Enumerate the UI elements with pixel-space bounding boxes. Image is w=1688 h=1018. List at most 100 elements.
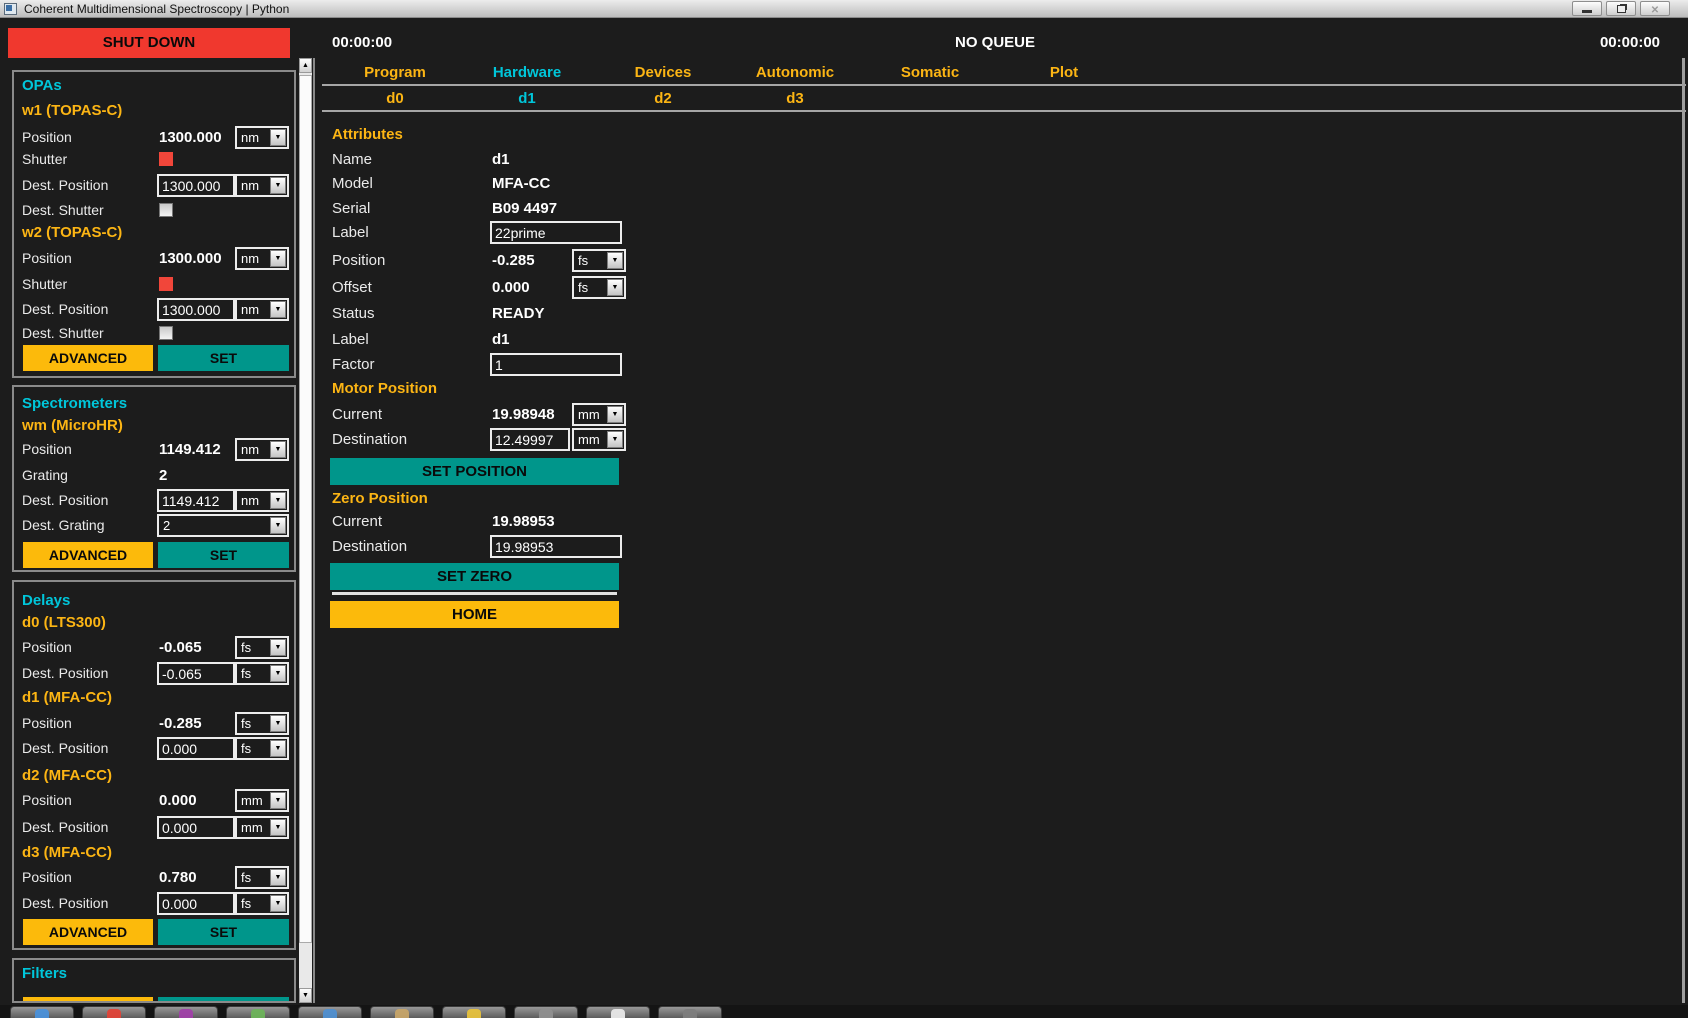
unit-select[interactable]: mm▼ [235, 816, 289, 839]
unit-select[interactable]: fs▼ [235, 866, 289, 889]
home-button[interactable]: HOME [330, 601, 619, 628]
name-value: d1 [492, 148, 510, 172]
destination-input[interactable] [490, 428, 570, 451]
destination-label: Destination [332, 428, 407, 452]
restore-icon [1617, 5, 1626, 13]
offset-value: 0.000 [492, 276, 530, 300]
attributes-header: Attributes [332, 123, 403, 147]
browser-icon [107, 1009, 121, 1018]
subtab-d3[interactable]: d3 [729, 88, 861, 110]
taskbar-button-app9[interactable] [586, 1006, 650, 1018]
destination-label: Destination [332, 535, 407, 559]
taskbar-button-start[interactable] [10, 1006, 74, 1018]
label-input[interactable] [490, 221, 622, 244]
tab-somatic[interactable]: Somatic [864, 62, 996, 84]
position-value: -0.285 [159, 712, 202, 735]
subtab-d1[interactable]: d1 [461, 88, 593, 110]
label-label: Label [332, 221, 369, 245]
filters-title: Filters [22, 962, 67, 985]
application-window: Coherent Multidimensional Spectroscopy |… [0, 0, 1688, 1018]
position-label: Position [22, 789, 72, 812]
scroll-up-button[interactable]: ▲ [299, 58, 312, 73]
app-icon [539, 1009, 553, 1018]
current-label: Current [332, 403, 382, 427]
set-button[interactable] [158, 997, 289, 1003]
chevron-down-icon: ▼ [270, 819, 286, 836]
chevron-down-icon: ▼ [607, 406, 623, 423]
unit-select[interactable]: fs▼ [235, 712, 289, 735]
subtab-d0[interactable]: d0 [329, 88, 461, 110]
chevron-down-icon: ▼ [270, 869, 286, 886]
unit-select[interactable]: fs▼ [572, 276, 626, 299]
chevron-down-icon: ▼ [270, 740, 286, 757]
subtab-d2[interactable]: d2 [597, 88, 729, 110]
app-icon [611, 1009, 625, 1018]
tab-hardware[interactable]: Hardware [461, 62, 593, 84]
dest-position-input[interactable] [157, 816, 235, 839]
app-icon [4, 3, 17, 15]
taskbar-button-browser[interactable] [82, 1006, 146, 1018]
close-icon: ✕ [1651, 5, 1659, 16]
restore-button[interactable] [1606, 1, 1636, 16]
grating-value: 2 [159, 464, 167, 487]
unit-select[interactable]: mm▼ [235, 789, 289, 812]
d1-header: d1 (MFA-CC) [22, 686, 112, 709]
unit-select[interactable]: fs▼ [235, 737, 289, 760]
unit-select[interactable]: mm▼ [572, 428, 626, 451]
dest-position-label: Dest. Position [22, 816, 108, 839]
dest-position-input[interactable] [157, 662, 235, 685]
unit-select[interactable]: fs▼ [572, 249, 626, 272]
filters-panel: Filters [12, 958, 296, 1003]
position-label: Position [22, 866, 72, 889]
chevron-down-icon: ▼ [607, 431, 623, 448]
arrow-up-icon: ▲ [302, 62, 309, 69]
minimize-button[interactable] [1572, 1, 1602, 16]
app-icon [179, 1009, 193, 1018]
remaining-timer: 00:00:00 [1520, 28, 1660, 58]
close-button[interactable]: ✕ [1640, 1, 1670, 16]
tab-divider [322, 84, 1686, 86]
scroll-down-button[interactable]: ▼ [299, 988, 312, 1003]
unit-select[interactable]: fs▼ [235, 892, 289, 915]
name-label: Name [332, 148, 372, 172]
advanced-button[interactable]: ADVANCED [23, 919, 153, 945]
tab-plot[interactable]: Plot [998, 62, 1130, 84]
taskbar-button-app10[interactable] [658, 1006, 722, 1018]
taskbar-button-app4[interactable] [226, 1006, 290, 1018]
app-icon [683, 1009, 697, 1018]
chevron-down-icon: ▼ [270, 895, 286, 912]
taskbar-button-app6[interactable] [370, 1006, 434, 1018]
taskbar-button-app5[interactable] [298, 1006, 362, 1018]
current-value: 19.98953 [492, 510, 555, 534]
motor-position-header: Motor Position [332, 377, 437, 401]
destination-input[interactable] [490, 535, 622, 558]
unit-select[interactable]: fs▼ [235, 662, 289, 685]
dest-position-label: Dest. Position [22, 892, 108, 915]
shut-down-button[interactable]: SHUT DOWN [8, 28, 290, 58]
current-value: 19.98948 [492, 403, 555, 427]
set-zero-button[interactable]: SET ZERO [330, 563, 619, 590]
set-button[interactable]: SET [158, 919, 289, 945]
set-position-button[interactable]: SET POSITION [330, 458, 619, 485]
start-orb-icon [35, 1009, 49, 1018]
tab-program[interactable]: Program [329, 62, 461, 84]
window-title: Coherent Multidimensional Spectroscopy |… [24, 0, 289, 18]
tab-autonomic[interactable]: Autonomic [729, 62, 861, 84]
app-icon [251, 1009, 265, 1018]
taskbar-button-app8[interactable] [514, 1006, 578, 1018]
delays-title: Delays [22, 589, 70, 612]
dest-position-input[interactable] [157, 892, 235, 915]
chevron-down-icon: ▼ [270, 792, 286, 809]
taskbar-button-app7[interactable] [442, 1006, 506, 1018]
advanced-button[interactable] [23, 997, 153, 1003]
elapsed-timer: 00:00:00 [332, 28, 392, 58]
label2-label: Label [332, 328, 369, 352]
dest-position-input[interactable] [157, 737, 235, 760]
opas-title: OPAs [22, 74, 62, 97]
dest-position-label: Dest. Position [22, 737, 108, 760]
tab-devices[interactable]: Devices [597, 62, 729, 84]
factor-input[interactable] [490, 353, 622, 376]
unit-select[interactable]: fs▼ [235, 636, 289, 659]
unit-select[interactable]: mm▼ [572, 403, 626, 426]
taskbar-button-app3[interactable] [154, 1006, 218, 1018]
